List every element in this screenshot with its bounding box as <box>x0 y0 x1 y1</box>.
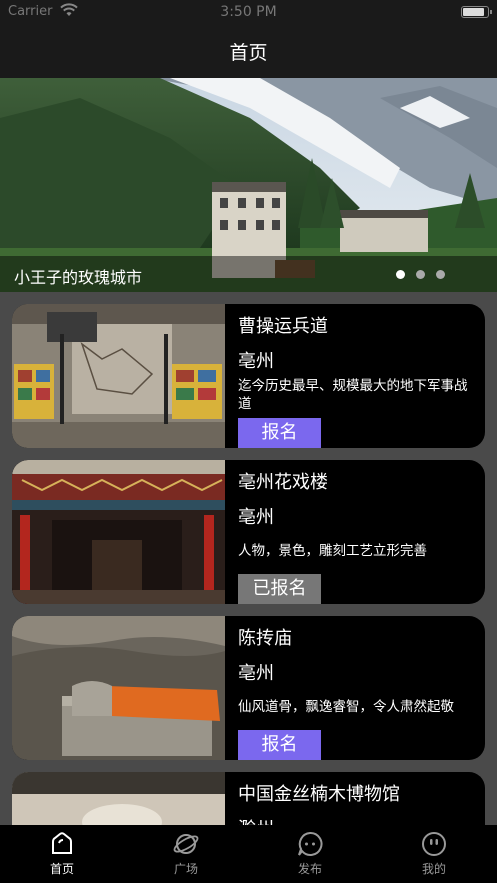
attraction-title: 陈抟庙 <box>238 628 292 649</box>
attraction-title: 中国金丝楠木博物馆 <box>238 784 400 805</box>
attraction-description: 人物，景色，雕刻工艺立形完善 <box>238 543 427 559</box>
tab-label: 广场 <box>173 862 198 876</box>
attraction-image <box>12 304 225 448</box>
page-dot[interactable] <box>416 270 425 279</box>
attraction-city: 亳州 <box>238 663 274 684</box>
attraction-description: 迄今历史最早、规模最大的地下军事战道 <box>238 378 468 412</box>
page-dot[interactable] <box>396 270 405 279</box>
attraction-list[interactable]: 曹操运兵道 亳州 迄今历史最早、规模最大的地下军事战道 报名 亳州花戏楼 亳州 … <box>0 292 497 825</box>
signup-button[interactable]: 报名 <box>238 418 321 448</box>
tab-label: 发布 <box>297 862 322 876</box>
attraction-city: 亳州 <box>238 507 274 528</box>
home-icon <box>52 832 72 854</box>
page-title: 首页 <box>229 42 268 64</box>
status-bar: Carrier 3:50 PM <box>0 0 497 26</box>
page-dot[interactable] <box>436 270 445 279</box>
attraction-description: 仙风道骨，飘逸睿智，令人肃然起敬 <box>238 699 454 715</box>
banner-title: 小王子的玫瑰城市 <box>14 268 143 287</box>
clock: 3:50 PM <box>220 4 277 20</box>
tab-publish[interactable]: 发布 <box>270 831 350 883</box>
attraction-card[interactable]: 中国金丝楠木博物馆 滁州 <box>12 772 485 825</box>
tab-bar: 首页 广场 发布 我的 <box>0 825 497 883</box>
attraction-title: 曹操运兵道 <box>238 316 328 337</box>
smiley-icon <box>422 832 446 856</box>
signup-button[interactable]: 报名 <box>238 730 321 760</box>
attraction-image <box>12 460 225 604</box>
planet-icon <box>173 834 199 854</box>
attraction-title: 亳州花戏楼 <box>238 472 328 493</box>
attraction-image <box>12 616 225 760</box>
banner-carousel[interactable]: 小王子的玫瑰城市 <box>0 78 497 292</box>
attraction-city: 亳州 <box>238 351 274 372</box>
tab-mine[interactable]: 我的 <box>394 831 474 883</box>
attraction-city: 滁州 <box>238 815 274 825</box>
tab-square[interactable]: 广场 <box>146 831 226 883</box>
tab-label: 首页 <box>49 862 74 876</box>
nav-bar: 首页 <box>0 26 497 78</box>
signed-up-button[interactable]: 已报名 <box>238 574 321 604</box>
page-indicator[interactable] <box>396 270 445 279</box>
attraction-card[interactable]: 曹操运兵道 亳州 迄今历史最早、规模最大的地下军事战道 报名 <box>12 304 485 448</box>
attraction-card[interactable]: 亳州花戏楼 亳州 人物，景色，雕刻工艺立形完善 已报名 <box>12 460 485 604</box>
tab-label: 我的 <box>421 862 446 876</box>
banner-caption: 小王子的玫瑰城市 <box>0 256 497 292</box>
battery-icon <box>461 6 492 18</box>
attraction-image <box>12 772 225 825</box>
attraction-card[interactable]: 陈抟庙 亳州 仙风道骨，飘逸睿智，令人肃然起敬 报名 <box>12 616 485 760</box>
tab-home[interactable]: 首页 <box>22 831 102 883</box>
chat-bubble-icon <box>298 831 323 856</box>
